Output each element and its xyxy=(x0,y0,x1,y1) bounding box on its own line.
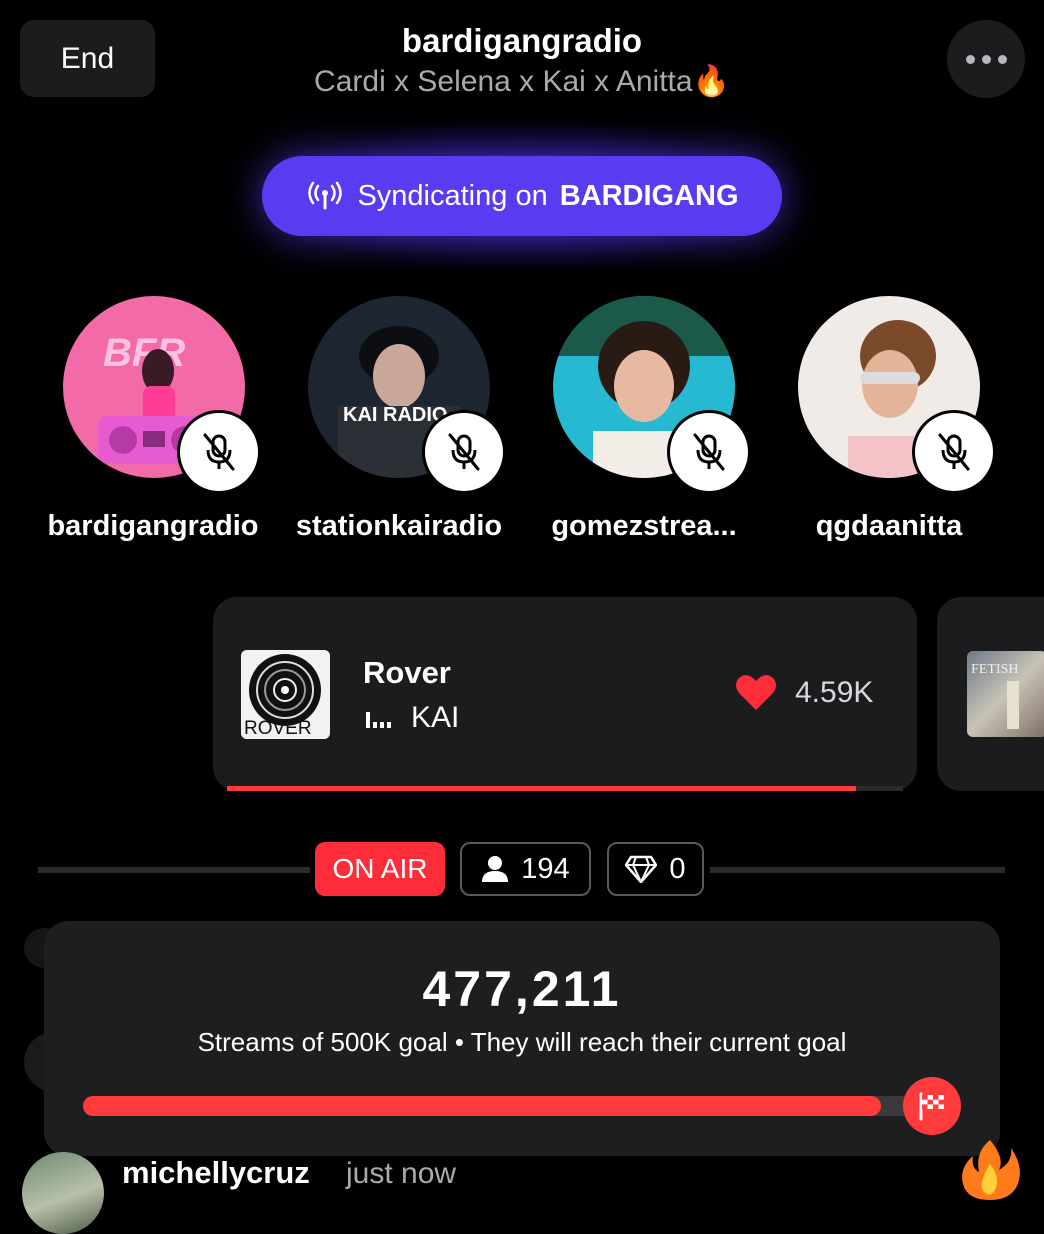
track-title: Rover xyxy=(363,655,451,690)
participant-name: gomezstrea... xyxy=(551,510,737,542)
track-progress-fill xyxy=(227,786,856,791)
participant-name: stationkairadio xyxy=(295,510,503,542)
mic-off-icon xyxy=(693,433,725,471)
album-art-text: ROVER xyxy=(244,718,312,739)
gem-count: 0 xyxy=(669,852,686,885)
goal-flag-marker xyxy=(903,1077,961,1135)
listener-count-badge[interactable]: 194 xyxy=(460,842,591,896)
comment-time: just now xyxy=(346,1157,457,1190)
diamond-icon xyxy=(625,855,658,883)
next-track-art: FETISH xyxy=(967,651,1044,737)
mute-toggle[interactable] xyxy=(915,413,993,491)
syndicate-button[interactable]: Syndicating on BARDIGANG xyxy=(262,156,782,236)
heart-icon[interactable] xyxy=(735,672,777,712)
room-title: bardigangradio xyxy=(401,22,643,59)
participant-name: qgdaanitta xyxy=(815,510,963,542)
participant-name: bardigangradio xyxy=(47,510,259,542)
album-art: ROVER xyxy=(241,650,330,739)
equalizer-icon xyxy=(366,712,391,728)
on-air-badge: ON AIR xyxy=(315,842,445,896)
commenter-avatar[interactable] xyxy=(22,1152,104,1234)
stream-count: 477,211 xyxy=(422,961,622,1017)
listener-count: 194 xyxy=(521,852,570,885)
syndicate-prefix: Syndicating on xyxy=(357,179,548,212)
mic-off-icon xyxy=(448,433,480,471)
mute-toggle[interactable] xyxy=(670,413,748,491)
comment-username[interactable]: michellycruz xyxy=(122,1155,310,1191)
like-count: 4.59K xyxy=(795,676,874,709)
divider xyxy=(710,867,1005,873)
mute-toggle[interactable] xyxy=(180,413,258,491)
broadcast-icon xyxy=(308,181,343,210)
more-dot-icon xyxy=(981,54,991,64)
room-subtitle: Cardi x Selena x Kai x Anitta🔥 xyxy=(314,65,730,98)
person-icon xyxy=(482,856,509,882)
mic-off-icon xyxy=(938,433,970,471)
more-options-button[interactable] xyxy=(947,20,1025,98)
syndicate-platform: BARDIGANG xyxy=(559,179,739,212)
mic-off-icon xyxy=(203,433,235,471)
mute-toggle[interactable] xyxy=(425,413,503,491)
more-dot-icon xyxy=(997,54,1007,64)
next-track-art-text: FETISH xyxy=(971,662,1018,677)
stream-goal-caption: Streams of 500K goal • They will reach t… xyxy=(197,1027,847,1057)
avatar-logo-text: KAI RADIO xyxy=(343,404,447,426)
fire-icon[interactable] xyxy=(955,1138,1025,1200)
divider xyxy=(38,867,310,873)
goal-progress-fill xyxy=(83,1096,881,1116)
gem-count-badge[interactable]: 0 xyxy=(607,842,704,896)
checkered-flag-icon xyxy=(919,1092,944,1121)
more-dot-icon xyxy=(965,54,975,64)
track-artist: KAI xyxy=(411,701,460,734)
